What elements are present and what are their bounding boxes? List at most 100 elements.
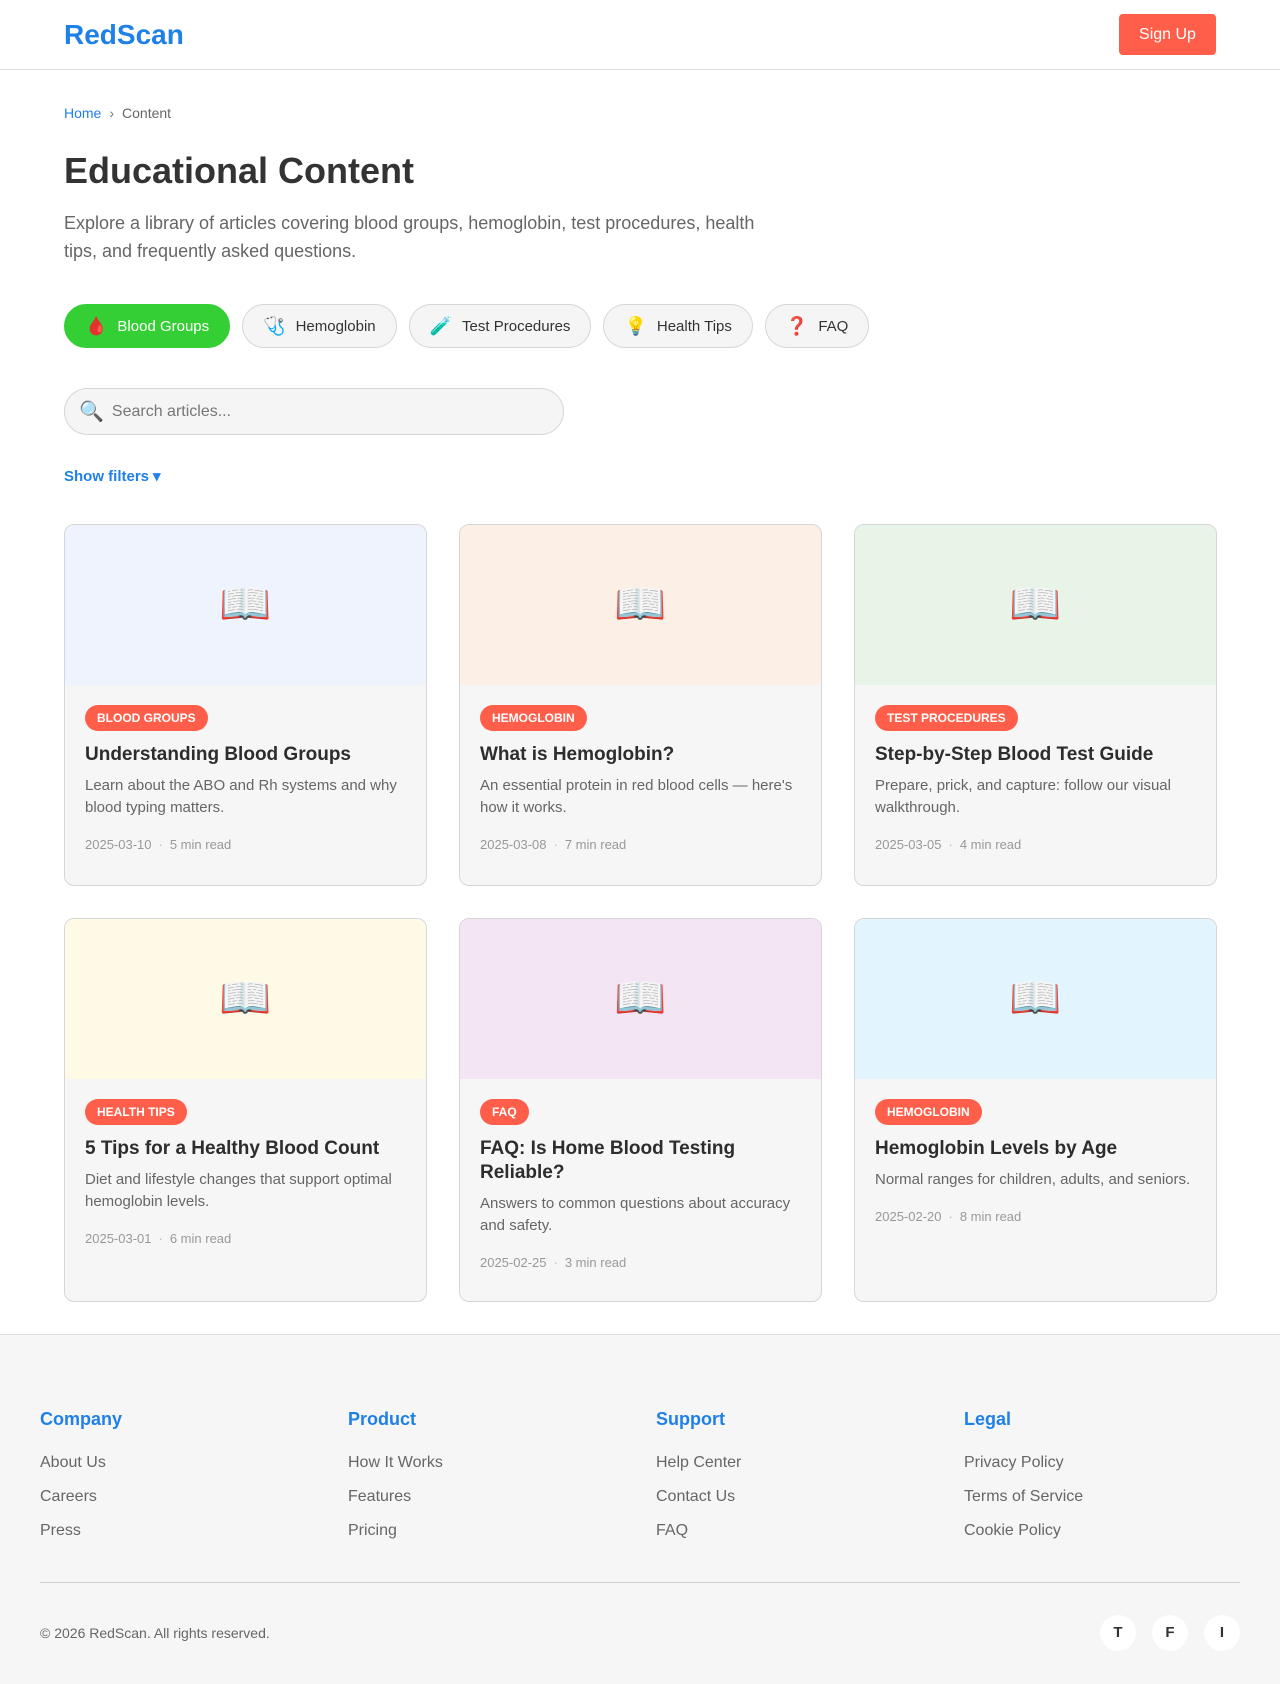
footer-bottom: © 2026 RedScan. All rights reserved. T F… bbox=[40, 1583, 1240, 1683]
page-title: Educational Content bbox=[64, 150, 414, 191]
category-tab-health-tips[interactable]: 💡 Health Tips bbox=[603, 304, 753, 348]
meta-separator: · bbox=[158, 1230, 163, 1246]
article-title: FAQ: Is Home Blood Testing Reliable? bbox=[480, 1137, 736, 1183]
book-icon: 📖 bbox=[219, 580, 272, 627]
test-tube-icon: 🧪 bbox=[429, 316, 453, 336]
book-icon: 📖 bbox=[1009, 974, 1062, 1021]
article-date: 2025-03-01 bbox=[85, 1230, 152, 1246]
show-filters-toggle[interactable]: Show filters ▾ bbox=[64, 467, 161, 486]
article-excerpt: Learn about the ABO and Rh systems and w… bbox=[85, 776, 397, 816]
copyright-text: © 2026 RedScan. All rights reserved. bbox=[40, 1624, 270, 1641]
footer-link-contact-us[interactable]: Contact Us bbox=[656, 1487, 964, 1521]
book-icon: 📖 bbox=[1009, 580, 1062, 627]
category-tab-label: Test Procedures bbox=[462, 317, 571, 335]
footer-column-legal: Legal Privacy Policy Terms of Service Co… bbox=[964, 1409, 1272, 1555]
article-category-badge: Hemoglobin bbox=[480, 704, 587, 731]
footer-link-terms-of-service[interactable]: Terms of Service bbox=[964, 1487, 1272, 1521]
category-tab-label: Blood Groups bbox=[117, 317, 210, 335]
site-footer: Company About Us Careers Press Product H… bbox=[0, 1333, 1280, 1684]
footer-columns: Company About Us Careers Press Product H… bbox=[40, 1335, 1240, 1555]
article-read-time: 8 min read bbox=[959, 1208, 1022, 1224]
show-filters-label: Show filters bbox=[64, 467, 150, 485]
category-tab-blood-groups[interactable]: 🩸 Blood Groups bbox=[64, 304, 231, 348]
article-excerpt: Normal ranges for children, adults, and … bbox=[875, 1170, 1191, 1188]
stethoscope-icon: 🩺 bbox=[263, 316, 286, 336]
category-tabs: 🩸 Blood Groups 🩺 Hemoglobin 🧪 Test Proce… bbox=[64, 304, 1216, 348]
article-meta: 2025-02-20 · 8 min read bbox=[875, 1209, 1196, 1224]
article-meta: 2025-03-08 · 7 min read bbox=[480, 837, 801, 852]
search-icon: 🔍 bbox=[79, 400, 104, 423]
category-tab-hemoglobin[interactable]: 🩺 Hemoglobin bbox=[242, 304, 397, 348]
footer-link-how-it-works[interactable]: How It Works bbox=[348, 1453, 656, 1487]
page-description: Explore a library of articles covering b… bbox=[64, 213, 755, 261]
category-tab-label: Hemoglobin bbox=[295, 317, 376, 335]
logo[interactable]: RedScan bbox=[64, 19, 184, 51]
meta-separator: · bbox=[553, 1254, 558, 1270]
meta-separator: · bbox=[948, 836, 953, 852]
footer-link-pricing[interactable]: Pricing bbox=[348, 1521, 656, 1555]
footer-column-support: Support Help Center Contact Us FAQ bbox=[656, 1409, 964, 1555]
article-thumbnail: 📖 bbox=[855, 918, 1216, 1079]
twitter-icon[interactable]: T bbox=[1100, 1614, 1136, 1651]
sign-up-button[interactable]: Sign Up bbox=[1119, 14, 1216, 55]
meta-separator: · bbox=[553, 836, 558, 852]
footer-link-careers[interactable]: Careers bbox=[40, 1487, 348, 1521]
article-meta: 2025-03-05 · 4 min read bbox=[875, 837, 1196, 852]
breadcrumb-current: Content bbox=[122, 105, 172, 121]
book-icon: 📖 bbox=[219, 974, 272, 1021]
article-read-time: 3 min read bbox=[564, 1254, 627, 1270]
article-card[interactable]: 📖 Blood Groups Understanding Blood Group… bbox=[64, 523, 427, 886]
article-read-time: 5 min read bbox=[169, 836, 232, 852]
article-meta: 2025-03-01 · 6 min read bbox=[85, 1231, 406, 1246]
article-meta: 2025-02-25 · 3 min read bbox=[480, 1255, 801, 1270]
article-excerpt: Prepare, prick, and capture: follow our … bbox=[875, 776, 1171, 816]
search-input[interactable] bbox=[111, 402, 549, 421]
article-card[interactable]: 📖 Health Tips 5 Tips for a Healthy Blood… bbox=[64, 917, 427, 1302]
article-card[interactable]: 📖 FAQ FAQ: Is Home Blood Testing Reliabl… bbox=[459, 917, 822, 1302]
article-card[interactable]: 📖 Hemoglobin Hemoglobin Levels by Age No… bbox=[854, 917, 1217, 1302]
article-title: What is Hemoglobin? bbox=[480, 743, 675, 765]
article-category-badge: FAQ bbox=[480, 1098, 529, 1125]
footer-heading: Product bbox=[348, 1408, 417, 1429]
lightbulb-icon: 💡 bbox=[624, 316, 647, 336]
category-tab-label: Health Tips bbox=[656, 317, 732, 335]
category-tab-label: FAQ bbox=[818, 317, 849, 335]
meta-separator: · bbox=[948, 1208, 953, 1224]
category-tab-faq[interactable]: ❓ FAQ bbox=[764, 304, 870, 348]
chevron-down-icon: ▾ bbox=[153, 468, 161, 485]
site-header: RedScan Sign Up bbox=[0, 0, 1280, 70]
footer-link-help-center[interactable]: Help Center bbox=[656, 1453, 964, 1487]
article-card[interactable]: 📖 Test Procedures Step-by-Step Blood Tes… bbox=[854, 523, 1217, 886]
article-read-time: 4 min read bbox=[959, 836, 1022, 852]
blood-drop-icon: 🩸 bbox=[85, 316, 108, 336]
question-mark-icon: ❓ bbox=[785, 316, 809, 336]
footer-column-product: Product How It Works Features Pricing bbox=[348, 1409, 656, 1555]
article-excerpt: Answers to common questions about accura… bbox=[480, 1194, 791, 1234]
article-category-badge: Health Tips bbox=[85, 1098, 187, 1125]
article-thumbnail: 📖 bbox=[855, 524, 1216, 685]
footer-heading: Support bbox=[656, 1408, 725, 1429]
footer-link-faq[interactable]: FAQ bbox=[656, 1521, 964, 1555]
instagram-icon[interactable]: I bbox=[1204, 1614, 1240, 1651]
footer-heading: Legal bbox=[964, 1408, 1012, 1429]
article-card[interactable]: 📖 Hemoglobin What is Hemoglobin? An esse… bbox=[459, 523, 822, 886]
footer-link-about-us[interactable]: About Us bbox=[40, 1453, 348, 1487]
footer-link-cookie-policy[interactable]: Cookie Policy bbox=[964, 1521, 1272, 1555]
meta-separator: · bbox=[158, 836, 163, 852]
breadcrumb-home-link[interactable]: Home bbox=[64, 105, 101, 121]
article-category-badge: Hemoglobin bbox=[875, 1098, 982, 1125]
breadcrumb: Home › Content bbox=[64, 104, 1216, 122]
article-date: 2025-02-25 bbox=[480, 1254, 547, 1270]
search-bar: 🔍 bbox=[64, 388, 564, 435]
article-thumbnail: 📖 bbox=[460, 524, 821, 685]
footer-link-press[interactable]: Press bbox=[40, 1521, 348, 1555]
category-tab-test-procedures[interactable]: 🧪 Test Procedures bbox=[408, 304, 592, 348]
article-title: Step-by-Step Blood Test Guide bbox=[875, 743, 1154, 765]
footer-link-features[interactable]: Features bbox=[348, 1487, 656, 1521]
footer-link-privacy-policy[interactable]: Privacy Policy bbox=[964, 1453, 1272, 1487]
article-excerpt: Diet and lifestyle changes that support … bbox=[85, 1170, 392, 1210]
article-thumbnail: 📖 bbox=[65, 524, 426, 685]
facebook-icon[interactable]: F bbox=[1152, 1614, 1188, 1651]
article-date: 2025-03-05 bbox=[875, 836, 942, 852]
article-title: Understanding Blood Groups bbox=[85, 743, 351, 765]
